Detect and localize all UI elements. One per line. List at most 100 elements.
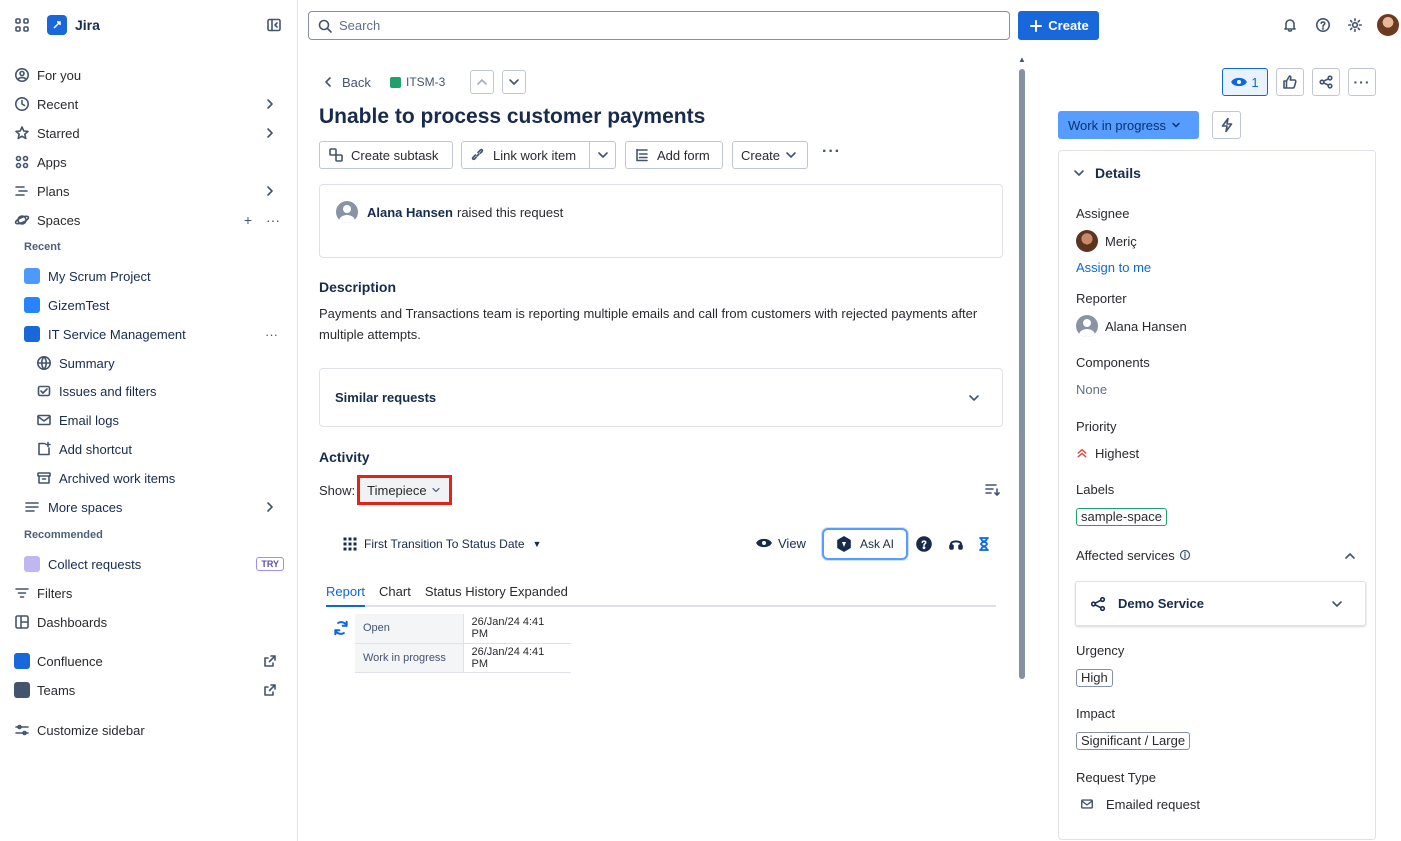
project-it-service-management[interactable]: IT Service Management ··· [24, 320, 284, 348]
sidebar-item-add-shortcut[interactable]: Add shortcut [36, 435, 132, 463]
sidebar-item-dashboards[interactable]: Dashboards [0, 608, 298, 636]
tab-report[interactable]: Report [326, 584, 366, 607]
search-input[interactable]: Search [308, 11, 1010, 40]
sidebar-item-summary[interactable]: Summary [36, 349, 115, 377]
add-shortcut-icon [36, 441, 52, 457]
assign-to-me-link[interactable]: Assign to me [1076, 260, 1151, 275]
requester-name[interactable]: Alana Hansen [367, 205, 453, 220]
app-name[interactable]: Jira [75, 17, 100, 33]
chevron-up-icon[interactable] [1342, 548, 1358, 564]
affected-service-item[interactable]: Demo Service [1075, 581, 1366, 626]
scroll-up-icon[interactable]: ▲ [1018, 55, 1026, 64]
scrollbar-thumb[interactable] [1019, 69, 1025, 679]
issue-main: Back ITSM-3 Unable to process customer p… [298, 50, 1018, 841]
collapse-sidebar-icon[interactable] [266, 17, 282, 33]
sidebar-item-collect-requests[interactable]: Collect requests TRY [24, 550, 284, 578]
timepiece-hourglass-icon[interactable] [976, 536, 992, 552]
sidebar-item-recent[interactable]: Recent [0, 90, 298, 118]
jira-logo-icon[interactable] [47, 15, 67, 35]
chevron-down-icon[interactable] [595, 147, 611, 163]
reporter-field[interactable]: Alana Hansen [1076, 315, 1187, 337]
add-form-button[interactable]: Add form [625, 141, 723, 169]
sidebar-item-issues-and-filters[interactable]: Issues and filters [36, 377, 157, 405]
sidebar-item-apps[interactable]: Apps [0, 148, 298, 176]
sidebar-item-starred[interactable]: Starred [0, 119, 298, 147]
labels-field[interactable]: sample-space [1076, 508, 1167, 526]
headset-icon[interactable] [948, 536, 964, 552]
sidebar-item-for-you[interactable]: For you [0, 61, 298, 89]
sort-icon[interactable] [984, 481, 1000, 497]
create-dropdown-button[interactable]: Create [732, 141, 808, 169]
sidebar-item-spaces[interactable]: Spaces + ··· [0, 206, 298, 234]
view-button[interactable]: View [756, 535, 806, 551]
project-my-scrum-project[interactable]: My Scrum Project [24, 262, 284, 290]
components-field[interactable]: None [1076, 382, 1107, 397]
chevron-left-icon [320, 74, 336, 90]
share-button[interactable] [1312, 68, 1340, 96]
tab-chart[interactable]: Chart [379, 584, 411, 605]
status-dropdown-button[interactable]: Work in progress [1058, 111, 1199, 139]
description-text[interactable]: Payments and Transactions team is report… [319, 303, 989, 345]
refresh-icon[interactable] [332, 619, 350, 637]
chevron-right-icon[interactable] [262, 96, 278, 112]
chevron-right-icon[interactable] [262, 183, 278, 199]
ask-ai-button[interactable]: Ask AI [822, 528, 908, 560]
sidebar-item-archived-work-items[interactable]: Archived work items [36, 464, 175, 492]
profile-avatar[interactable] [1377, 14, 1399, 36]
plans-icon [14, 183, 30, 199]
vote-button[interactable] [1276, 68, 1304, 96]
link-work-item-button[interactable]: Link work item [461, 141, 616, 169]
share-icon [1318, 74, 1334, 90]
sidebar-item-confluence[interactable]: Confluence [0, 647, 298, 675]
create-button[interactable]: Create [1018, 11, 1099, 40]
more-actions-icon[interactable]: ··· [266, 212, 280, 228]
sidebar-item-customize[interactable]: Customize sidebar [0, 716, 298, 744]
automation-button[interactable] [1212, 111, 1241, 139]
watch-button[interactable]: 1 [1222, 68, 1268, 96]
label-tag[interactable]: sample-space [1076, 508, 1167, 526]
sidebar-item-teams[interactable]: Teams [0, 676, 298, 704]
reporter-avatar [1076, 315, 1098, 337]
external-link-icon[interactable] [262, 682, 278, 698]
add-space-icon[interactable]: + [244, 212, 252, 228]
tab-status-history-expanded[interactable]: Status History Expanded [425, 584, 568, 605]
section-label-recent: Recent [24, 241, 61, 253]
sidebar-item-email-logs[interactable]: Email logs [36, 406, 119, 434]
chevron-right-icon[interactable] [262, 499, 278, 515]
request-type-field[interactable]: Emailed request [1080, 796, 1200, 812]
sidebar-item-plans[interactable]: Plans [0, 177, 298, 205]
previous-issue-button[interactable] [470, 70, 494, 94]
project-gizemtest[interactable]: GizemTest [24, 291, 284, 319]
similar-requests-panel[interactable]: Similar requests [319, 368, 1003, 427]
external-link-icon[interactable] [262, 653, 278, 669]
next-issue-button[interactable] [502, 70, 526, 94]
impact-field[interactable]: Significant / Large [1076, 732, 1191, 750]
issue-title[interactable]: Unable to process customer payments [319, 105, 705, 129]
report-type-select[interactable]: First Transition To Status Date ▼ [342, 536, 541, 552]
project-more-icon[interactable]: ··· [265, 327, 278, 342]
chevron-down-icon [783, 147, 799, 163]
notifications-icon[interactable] [1282, 17, 1298, 33]
main-scrollbar[interactable]: ▲ [1017, 55, 1027, 841]
sidebar-item-filters[interactable]: Filters [0, 579, 298, 607]
more-icon: ··· [1353, 74, 1371, 90]
urgency-field[interactable]: High [1076, 669, 1113, 687]
more-options-button[interactable]: ··· [1348, 68, 1376, 96]
details-header[interactable]: Details [1071, 165, 1141, 181]
app-switcher-icon[interactable] [14, 17, 30, 33]
chevron-right-icon[interactable] [262, 125, 278, 141]
more-actions-icon[interactable]: ··· [822, 143, 841, 161]
priority-field[interactable]: Highest [1076, 445, 1139, 461]
archive-icon [36, 470, 52, 486]
settings-icon[interactable] [1347, 17, 1363, 33]
sidebar-item-more-spaces[interactable]: More spaces [24, 493, 284, 521]
info-icon[interactable] [1179, 547, 1191, 563]
help-circle-icon[interactable] [916, 536, 932, 552]
back-button[interactable]: Back [320, 74, 371, 90]
issue-key-link[interactable]: ITSM-3 [390, 75, 445, 89]
help-icon[interactable] [1315, 17, 1331, 33]
create-subtask-button[interactable]: Create subtask [319, 141, 453, 169]
activity-filter-select[interactable]: Timepiece [357, 475, 452, 505]
try-badge: TRY [256, 557, 284, 571]
assignee-field[interactable]: Meriç [1076, 230, 1137, 252]
